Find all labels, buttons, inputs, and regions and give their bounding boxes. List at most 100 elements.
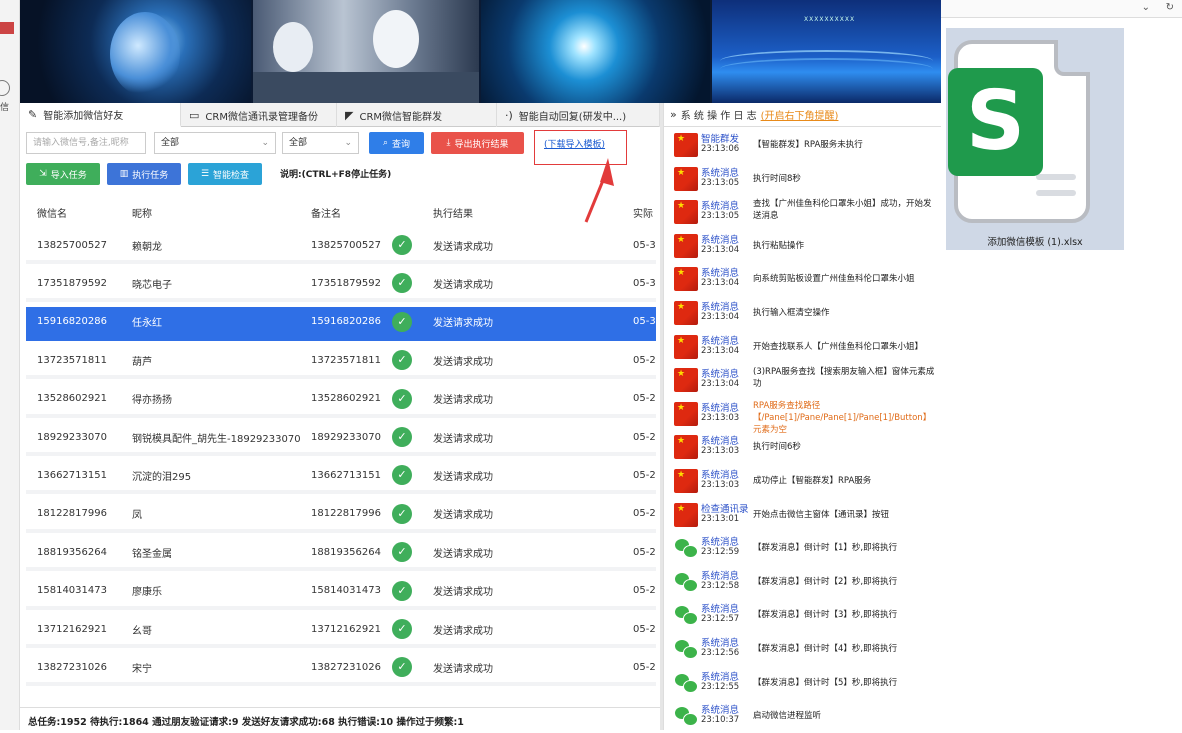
wave-graphic-2 xyxy=(720,58,933,80)
cell-wechat-name: 13825700527 xyxy=(37,239,107,251)
log-item: 检查通讯录23:13:01 开始点击微信主窗体【通讯录】按钮 xyxy=(664,499,942,532)
cell-result: 发送请求成功 xyxy=(433,433,493,445)
log-source: 系统消息 xyxy=(701,369,740,381)
check-circle-icon: ✓ xyxy=(392,503,412,524)
table-row[interactable]: 18929233070 钢锐模具配件_胡先生-18929233070 1892923… xyxy=(26,422,656,456)
table-row[interactable]: 13662713151 沉淀的泪295 13662713151 发送请求成功 05-2 ✓ xyxy=(26,460,656,495)
cell-actual-time: 05-2 xyxy=(633,431,656,443)
log-item: 系统消息23:13:04 (3)RPA服务查找【搜索朋友输入框】窗体元素成功 xyxy=(664,364,942,397)
log-item: 系统消息 23:10:37 启动微信进程监听 xyxy=(664,700,942,733)
tab-contact-backup[interactable]: ▭ CRM微信通讯录管理备份 xyxy=(181,103,337,127)
wechat-icon xyxy=(674,570,698,594)
import-button[interactable]: ⇲ 导入任务 xyxy=(26,163,100,185)
explorer-bar: ⌄ ↻ xyxy=(941,0,1182,18)
table-row[interactable]: 15916820286 任永红 15916820286 发送请求成功 05-3 ✓ xyxy=(26,306,656,341)
action-toolbar: ⇲ 导入任务 ▥ 执行任务 ☰ 智能检查 说明:(CTRL+F8停止任务) xyxy=(20,162,660,186)
log-item: 系统消息 23:12:59 【群发消息】倒计时【1】秒,即将执行 xyxy=(664,532,942,565)
filter-select-2[interactable]: 全部 ⌄ xyxy=(282,132,359,154)
cell-result: 发送请求成功 xyxy=(433,548,493,560)
tab-label: CRM微信智能群发 xyxy=(359,111,443,123)
log-source: 系统消息 xyxy=(701,335,740,347)
cell-nickname: 葫芦 xyxy=(132,356,152,368)
log-item: 系统消息 23:12:58 【群发消息】倒计时【2】秒,即将执行 xyxy=(664,566,942,599)
cell-remark: 15916820286 xyxy=(311,316,381,328)
log-message: 执行时间8秒 xyxy=(753,173,801,184)
execute-button[interactable]: ▥ 执行任务 xyxy=(107,163,181,185)
filter-select-2-value: 全部 xyxy=(289,138,308,148)
log-item: 系统消息23:13:03 RPA服务查找路径【/Pane[1]/Pane/Pane… xyxy=(664,398,942,435)
collapse-icon[interactable]: » xyxy=(670,108,677,121)
spreadsheet-icon: S xyxy=(948,68,1043,176)
log-time: 23:13:04 xyxy=(701,312,740,322)
check-circle-icon: ✓ xyxy=(392,619,412,639)
import-button-label: 导入任务 xyxy=(50,170,87,181)
cell-result: 发送请求成功 xyxy=(433,279,493,291)
table-row[interactable]: 13712162921 幺哥 13712162921 发送请求成功 05-2 ✓ xyxy=(26,614,656,648)
log-time: 23:12:56 xyxy=(701,648,740,658)
cell-remark: 13825700527 xyxy=(311,239,381,251)
cell-nickname: 凤 xyxy=(132,510,142,522)
flag-avatar-icon xyxy=(674,200,698,225)
log-item: 系统消息23:13:04 开始查找联系人【广州佳鱼科伦口罩朱小姐】 xyxy=(664,331,942,364)
table-row[interactable]: 13528602921 得亦扬扬 13528602921 发送请求成功 05-2 ✓ xyxy=(26,383,656,418)
tab-mass-send[interactable]: ◤ CRM微信智能群发 xyxy=(337,103,497,127)
log-message: 【群发消息】倒计时【1】秒,即将执行 xyxy=(753,543,898,554)
query-button[interactable]: ⌕ 查询 xyxy=(369,132,424,154)
cell-actual-time: 05-2 xyxy=(633,623,656,635)
col-result[interactable]: 执行结果 xyxy=(433,205,473,220)
col-actual-time[interactable]: 实际 xyxy=(633,205,653,220)
export-button[interactable]: ⤓ 导出执行结果 xyxy=(431,132,524,154)
log-item: 系统消息 23:12:55 【群发消息】倒计时【5】秒,即将执行 xyxy=(664,667,942,700)
cell-result: 发送请求成功 xyxy=(433,395,493,407)
cell-nickname: 幺哥 xyxy=(132,625,152,637)
col-wechat-name[interactable]: 微信名 xyxy=(37,205,67,220)
refresh-icon[interactable]: ↻ xyxy=(1166,2,1174,13)
search-icon: ⌕ xyxy=(382,138,389,148)
log-item: 系统消息23:13:04 执行输入框清空操作 xyxy=(664,297,942,330)
cell-actual-time: 05-2 xyxy=(633,393,656,405)
table-row[interactable]: 13723571811 葫芦 13723571811 发送请求成功 05-2 ✓ xyxy=(26,345,656,380)
cell-wechat-name: 15916820286 xyxy=(37,316,107,328)
cell-wechat-name: 17351879592 xyxy=(37,277,107,289)
cell-wechat-name: 15814031473 xyxy=(37,585,107,597)
col-remark[interactable]: 备注名 xyxy=(311,205,341,220)
cell-wechat-name: 13528602921 xyxy=(37,393,107,405)
log-source: 系统消息 xyxy=(701,705,740,717)
table-row[interactable]: 17351879592 晓芯电子 17351879592 发送请求成功 05-3 ✓ xyxy=(26,268,656,303)
check-circle-icon: ✓ xyxy=(392,657,412,678)
enable-notify-link[interactable]: (开启右下角提醒) xyxy=(761,107,839,122)
cell-wechat-name: 13827231026 xyxy=(37,661,107,673)
filter-select-1[interactable]: 全部 ⌄ xyxy=(154,132,276,154)
task-table: 微信名 昵称 备注名 执行结果 实际 13825700527 赖朝龙 1382570… xyxy=(26,194,656,704)
cell-remark: 13528602921 xyxy=(311,393,381,405)
cell-actual-time: 05-3 xyxy=(633,316,656,328)
folder-icon[interactable] xyxy=(0,22,14,34)
table-row[interactable]: 15814031473 廖康乐 15814031473 发送请求成功 05-2 ✓ xyxy=(26,575,656,610)
search-input[interactable]: 请输入微信号,备注,昵称 xyxy=(26,132,146,154)
log-message: 开始点击微信主窗体【通讯录】按钮 xyxy=(753,509,890,520)
table-row[interactable]: 13825700527 赖朝龙 13825700527 发送请求成功 05-3 ✓ xyxy=(26,230,656,264)
tab-auto-reply[interactable]: ·) 智能自动回复(研发中...) xyxy=(497,103,660,127)
main-tabs: ✎ 智能添加微信好友 ▭ CRM微信通讯录管理备份 ◤ CRM微信智能群发 ·)… xyxy=(20,103,660,127)
check-circle-icon: ✓ xyxy=(392,235,412,255)
log-source: 系统消息 xyxy=(701,302,740,313)
status-bar: 总任务:1952 待执行:1864 通过朋友验证请求:9 发送好友请求成功:68… xyxy=(20,707,660,730)
circle-icon[interactable] xyxy=(0,80,10,96)
log-item: 系统消息 23:12:57 【群发消息】倒计时【3】秒,即将执行 xyxy=(664,599,942,632)
file-item[interactable]: S 添加微信模板 (1).xlsx xyxy=(946,28,1124,250)
flag-avatar-icon xyxy=(674,435,698,460)
chevron-down-icon[interactable]: ⌄ xyxy=(1142,2,1150,13)
check-button[interactable]: ☰ 智能检查 xyxy=(188,163,262,185)
desktop-left-strip: 信 xyxy=(0,0,20,730)
cell-remark: 13723571811 xyxy=(311,354,381,366)
tab-add-friends[interactable]: ✎ 智能添加微信好友 xyxy=(20,103,181,127)
table-row[interactable]: 13827231026 宋宁 13827231026 发送请求成功 05-2 ✓ xyxy=(26,652,656,687)
log-time: 23:13:04 xyxy=(701,278,740,289)
table-row[interactable]: 18819356264 铭圣金属 18819356264 发送请求成功 05-2 ✓ xyxy=(26,537,656,572)
log-source: 系统消息 xyxy=(701,470,740,481)
cell-wechat-name: 13723571811 xyxy=(37,354,107,366)
table-row[interactable]: 18122817996 凤 18122817996 发送请求成功 05-2 ✓ xyxy=(26,498,656,533)
col-nickname[interactable]: 昵称 xyxy=(132,205,152,220)
log-source: 系统消息 xyxy=(701,402,740,414)
download-icon: ⤓ xyxy=(446,138,451,148)
